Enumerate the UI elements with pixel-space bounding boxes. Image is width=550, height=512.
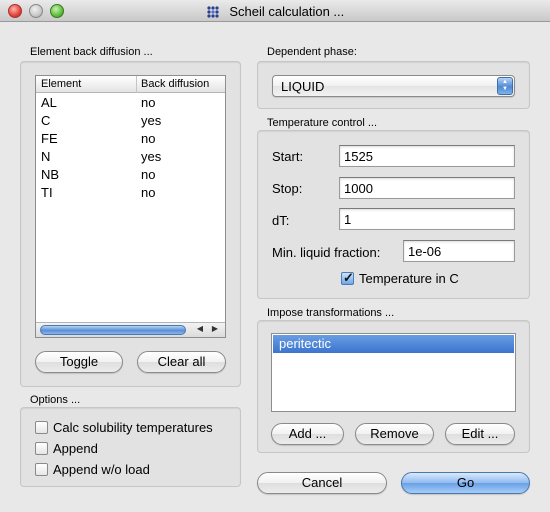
cell-element: C	[41, 113, 51, 128]
arrow-left-icon[interactable]: ◀	[193, 324, 207, 333]
horizontal-scrollbar[interactable]: ◀ ▶	[36, 322, 225, 337]
cell-element: FE	[41, 131, 58, 146]
cell-element: TI	[41, 185, 53, 200]
dt-input[interactable]	[339, 208, 515, 230]
column-header-back-diffusion[interactable]: Back diffusion	[141, 78, 209, 90]
stop-input[interactable]	[339, 177, 515, 199]
cell-element: N	[41, 149, 51, 164]
min-liquid-fraction-label: Min. liquid fraction:	[272, 245, 381, 260]
table-header: Element Back diffusion	[36, 76, 225, 93]
grid-dots-icon	[206, 5, 220, 19]
table-row[interactable]: AL no	[36, 94, 225, 112]
title-bar: Scheil calculation ...	[0, 0, 550, 22]
add-button[interactable]: Add ...	[271, 423, 344, 445]
checkbox-label: Temperature in C	[359, 271, 459, 286]
element-table[interactable]: Element Back diffusion AL no C yes FE no…	[35, 75, 226, 338]
stop-label: Stop:	[272, 181, 303, 196]
cancel-button[interactable]: Cancel	[257, 472, 387, 494]
min-liquid-fraction-input[interactable]	[403, 240, 515, 262]
dt-label: dT:	[272, 213, 290, 228]
cell-back-diffusion: no	[141, 167, 156, 182]
edit-button[interactable]: Edit ...	[445, 423, 515, 445]
table-row[interactable]: C yes	[36, 112, 225, 130]
cell-back-diffusion: no	[141, 131, 156, 146]
column-header-element[interactable]: Element	[41, 78, 81, 90]
element-diffusion-label: Element back diffusion ...	[30, 46, 153, 58]
checkbox-box[interactable]	[35, 463, 48, 476]
impose-transformations-label: Impose transformations ...	[267, 307, 395, 319]
window-title-area: Scheil calculation ...	[0, 3, 550, 19]
cell-back-diffusion: no	[141, 185, 156, 200]
toggle-button[interactable]: Toggle	[35, 351, 123, 373]
start-input[interactable]	[339, 145, 515, 167]
column-divider	[136, 76, 137, 93]
list-item[interactable]: peritectic	[273, 335, 514, 353]
cell-back-diffusion: no	[141, 95, 156, 110]
checkmark-icon[interactable]	[341, 270, 354, 286]
cell-element: AL	[41, 95, 57, 110]
scrollbar-thumb[interactable]	[40, 325, 186, 335]
remove-button[interactable]: Remove	[355, 423, 434, 445]
dependent-phase-select[interactable]: LIQUID ▲ ▼	[272, 75, 515, 97]
go-button[interactable]: Go	[401, 472, 530, 494]
transformations-list[interactable]: peritectic	[271, 333, 516, 412]
window-title: Scheil calculation ...	[229, 4, 345, 20]
table-row[interactable]: N yes	[36, 148, 225, 166]
checkbox-box[interactable]	[35, 442, 48, 455]
cell-back-diffusion: yes	[141, 113, 162, 128]
temperature-control-label: Temperature control ...	[267, 117, 378, 129]
select-value: LIQUID	[281, 79, 325, 94]
checkbox-label: Append	[53, 441, 98, 456]
checkbox-label: Calc solubility temperatures	[53, 420, 213, 435]
list-item-label: peritectic	[279, 336, 332, 351]
up-down-arrows-icon[interactable]: ▲ ▼	[497, 77, 513, 95]
checkbox-box[interactable]	[35, 421, 48, 434]
dependent-phase-label: Dependent phase:	[267, 46, 357, 58]
table-row[interactable]: FE no	[36, 130, 225, 148]
clear-all-button[interactable]: Clear all	[137, 351, 226, 373]
table-row[interactable]: NB no	[36, 166, 225, 184]
arrow-right-icon[interactable]: ▶	[208, 324, 222, 333]
options-label: Options ...	[30, 394, 81, 406]
cell-element: NB	[41, 167, 60, 182]
table-row[interactable]: TI no	[36, 184, 225, 202]
start-label: Start:	[272, 149, 304, 164]
checkbox-label: Append w/o load	[53, 462, 150, 477]
cell-back-diffusion: yes	[141, 149, 162, 164]
